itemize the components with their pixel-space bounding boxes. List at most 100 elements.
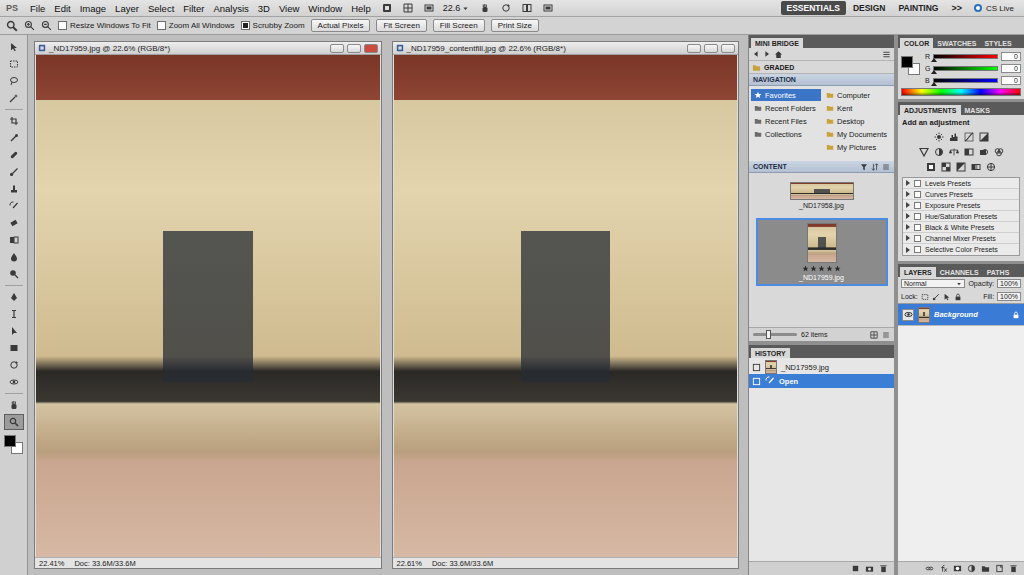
workspace-button[interactable]: ESSENTIALS: [781, 1, 846, 15]
panel-tab[interactable]: CHANNELS: [936, 267, 983, 277]
tool-button[interactable]: [4, 289, 24, 305]
tool-button[interactable]: [4, 249, 24, 265]
panel-tab[interactable]: MINI BRIDGE: [751, 38, 803, 48]
tool-button[interactable]: [4, 266, 24, 282]
menu-item[interactable]: Edit: [50, 2, 74, 15]
checkbox[interactable]: [241, 21, 250, 30]
menu-item[interactable]: File: [26, 2, 49, 15]
menu-item[interactable]: Layer: [111, 2, 143, 15]
doc-size[interactable]: Doc: 33.6M/33.6M: [432, 559, 493, 568]
workspace-button[interactable]: DESIGN: [847, 1, 892, 15]
disclosure-icon[interactable]: [906, 191, 910, 197]
tool-button[interactable]: [4, 215, 24, 231]
document-title-bar[interactable]: _ND17959_contentfill.jpg @ 22.6% (RGB/8*…: [393, 42, 739, 55]
tool-button[interactable]: [4, 113, 24, 129]
document-window[interactable]: _ND17959.jpg @ 22.6% (RGB/8*)22.41%Doc: …: [34, 41, 382, 569]
adjustment-button[interactable]: [948, 131, 960, 143]
tool-button[interactable]: [4, 198, 24, 214]
restore-button[interactable]: [347, 44, 361, 53]
tool-button[interactable]: [4, 357, 24, 373]
slider-knob[interactable]: [931, 82, 937, 86]
adjustment-button[interactable]: [925, 161, 937, 173]
disclosure-icon[interactable]: [906, 180, 910, 186]
disclosure-icon[interactable]: [906, 235, 910, 241]
preset-row[interactable]: Black & White Presets: [903, 222, 1019, 233]
channel-value[interactable]: 0: [1001, 64, 1021, 73]
channel-slider[interactable]: [933, 66, 998, 71]
bar-button[interactable]: [399, 2, 417, 15]
layer-row[interactable]: Background: [898, 304, 1024, 326]
channel-slider[interactable]: [933, 78, 998, 83]
minimize-button[interactable]: [330, 44, 344, 53]
color-swatches[interactable]: [901, 56, 921, 76]
tool-button[interactable]: [4, 323, 24, 339]
menu-item[interactable]: View: [275, 2, 303, 15]
menu-item[interactable]: Select: [144, 2, 178, 15]
tool-button[interactable]: [4, 39, 24, 55]
zoom-level[interactable]: 22.61%: [397, 559, 422, 568]
disclosure-icon[interactable]: [906, 247, 910, 253]
bar-button[interactable]: [539, 2, 557, 15]
path-label[interactable]: GRADED: [764, 64, 794, 71]
option-checkbox[interactable]: Scrubby Zoom: [241, 21, 305, 30]
adjustment-button[interactable]: [933, 131, 945, 143]
option-checkbox[interactable]: Zoom All Windows: [157, 21, 235, 30]
tool-button[interactable]: [4, 374, 24, 390]
app-logo[interactable]: PS: [4, 3, 25, 13]
channel-slider[interactable]: [933, 54, 998, 59]
folder-item[interactable]: My Pictures: [823, 141, 892, 153]
adjustment-button[interactable]: [963, 146, 975, 158]
adjustment-button[interactable]: [963, 131, 975, 143]
panel-tab[interactable]: STYLES: [980, 38, 1015, 48]
checkbox[interactable]: [58, 21, 67, 30]
place-item[interactable]: Favorites: [751, 89, 821, 101]
tool-button[interactable]: [4, 164, 24, 180]
cs-live-button[interactable]: CS Live: [969, 3, 1020, 13]
option-button[interactable]: Fit Screen: [376, 19, 426, 32]
folder-item[interactable]: My Documents: [823, 128, 892, 140]
panel-tab[interactable]: LAYERS: [900, 267, 936, 277]
menu-item[interactable]: Image: [76, 2, 110, 15]
content-item[interactable]: _ND17959.jpg: [756, 218, 888, 286]
bar-button[interactable]: [378, 2, 396, 15]
slider-knob[interactable]: [931, 70, 937, 74]
tool-button[interactable]: [4, 90, 24, 106]
folder-item[interactable]: Computer: [823, 89, 892, 101]
document-title-bar[interactable]: _ND17959.jpg @ 22.6% (RGB/8*): [35, 42, 381, 55]
preset-row[interactable]: Exposure Presets: [903, 200, 1019, 211]
opacity-field[interactable]: 100%: [997, 279, 1021, 288]
slider-knob[interactable]: [931, 58, 937, 62]
tool-button[interactable]: [4, 340, 24, 356]
menu-item[interactable]: 3D: [254, 2, 274, 15]
zoom-level[interactable]: 22.41%: [39, 559, 64, 568]
content-item[interactable]: _ND17958.jpg: [756, 177, 888, 214]
color-spectrum[interactable]: [901, 88, 1021, 96]
menu-item[interactable]: Analysis: [209, 2, 252, 15]
folder-item[interactable]: Kent: [823, 102, 892, 114]
bar-button[interactable]: [518, 2, 536, 15]
disclosure-icon[interactable]: [906, 224, 910, 230]
color-swatches[interactable]: [4, 435, 24, 455]
menu-item[interactable]: Filter: [179, 2, 208, 15]
tool-button[interactable]: [4, 73, 24, 89]
preset-row[interactable]: Levels Presets: [903, 178, 1019, 189]
panel-tab[interactable]: MASKS: [961, 105, 994, 115]
tool-button[interactable]: [4, 181, 24, 197]
channel-value[interactable]: 0: [1001, 76, 1021, 85]
preset-row[interactable]: Hue/Saturation Presets: [903, 211, 1019, 222]
adjustment-button[interactable]: [985, 161, 997, 173]
panel-tab[interactable]: PATHS: [983, 267, 1014, 277]
tool-button[interactable]: [4, 56, 24, 72]
tool-button[interactable]: [4, 414, 24, 430]
option-button[interactable]: Fill Screen: [433, 19, 485, 32]
channel-value[interactable]: 0: [1001, 52, 1021, 61]
adjustment-button[interactable]: [940, 161, 952, 173]
menu-item[interactable]: Help: [347, 2, 375, 15]
option-button[interactable]: Actual Pixels: [311, 19, 371, 32]
place-item[interactable]: Collections: [751, 128, 821, 140]
workspace-button[interactable]: PAINTING: [892, 1, 944, 15]
tool-button[interactable]: [4, 397, 24, 413]
disclosure-icon[interactable]: [906, 213, 910, 219]
restore-button[interactable]: [704, 44, 718, 53]
bar-button[interactable]: [420, 2, 438, 15]
